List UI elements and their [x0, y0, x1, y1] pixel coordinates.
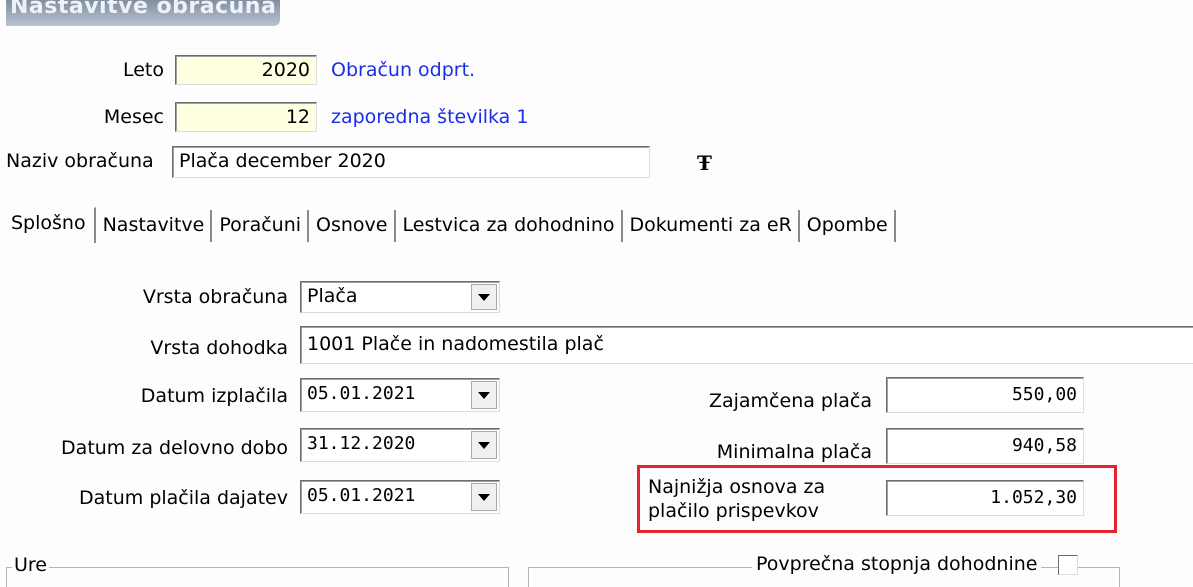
- lowest-base-label: Najnižja osnova za plačilo prispevkov: [648, 475, 876, 523]
- title-bar: Nastavitve obračuna: [0, 0, 1193, 34]
- tab-osnove[interactable]: Osnove: [309, 210, 396, 242]
- tax-payment-date-dropdown-button[interactable]: [471, 483, 497, 511]
- tax-payment-date-select[interactable]: 05.01.2021: [300, 480, 500, 514]
- income-type-label: Vrsta dohodka: [150, 337, 288, 359]
- lowest-base-label-line-2: plačilo prispevkov: [648, 500, 819, 522]
- year-status-text: Obračun odprt.: [331, 59, 476, 81]
- payment-date-select[interactable]: 05.01.2021: [300, 378, 500, 412]
- tab-nastavitve[interactable]: Nastavitve: [95, 210, 213, 242]
- tab-poracuni[interactable]: Poračuni: [212, 210, 310, 242]
- chevron-down-icon: [478, 441, 490, 449]
- lowest-contribution-base-input[interactable]: 1.052,30: [886, 480, 1084, 516]
- service-date-dropdown-button[interactable]: [471, 431, 497, 459]
- payment-date-value: 05.01.2021: [307, 383, 416, 404]
- hours-group-label: Ure: [12, 554, 49, 576]
- minimum-salary-input[interactable]: 940,58: [886, 428, 1084, 464]
- minimum-salary-label: Minimalna plača: [716, 441, 872, 463]
- calculation-name-input[interactable]: Plača december 2020: [172, 146, 650, 178]
- service-date-label: Datum za delovno dobo: [61, 437, 288, 459]
- chevron-down-icon: [478, 293, 490, 301]
- tab-opombe[interactable]: Opombe: [799, 210, 896, 242]
- tab-bar: Splošno Nastavitve Poračuni Osnove Lestv…: [6, 207, 896, 243]
- window-title: Nastavitve obračuna: [6, 0, 280, 26]
- tax-payment-date-value: 05.01.2021: [307, 485, 416, 506]
- calculation-name-label: Naziv obračuna: [6, 150, 154, 172]
- chevron-down-icon: [478, 391, 490, 399]
- year-label: Leto: [122, 59, 164, 81]
- avg-tax-rate-label: Povprečna stopnja dohodnine: [752, 552, 1042, 576]
- tab-dokumenti-za-er[interactable]: Dokumenti za eR: [622, 210, 800, 242]
- service-date-value: 31.12.2020: [307, 433, 416, 454]
- guaranteed-salary-input[interactable]: 550,00: [886, 377, 1084, 413]
- month-label: Mesec: [103, 106, 164, 128]
- hours-groupbox: [6, 567, 509, 587]
- tab-lestvica-za-dohodnino[interactable]: Lestvica za dohodnino: [395, 210, 623, 242]
- lowest-base-label-line-1: Najnižja osnova za: [648, 476, 826, 498]
- guaranteed-salary-label: Zajamčena plača: [708, 390, 872, 412]
- calculation-type-select[interactable]: Plača: [300, 281, 500, 313]
- income-type-input[interactable]: 1001 Plače in nadomestila plač: [300, 326, 1193, 364]
- payment-date-label: Datum izplačila: [140, 385, 288, 407]
- avg-tax-rate-checkbox[interactable]: [1058, 555, 1078, 575]
- tab-splosno[interactable]: Splošno: [6, 207, 96, 243]
- year-input[interactable]: 2020: [175, 55, 317, 85]
- text-format-icon[interactable]: Ŧ: [697, 151, 712, 175]
- calculation-type-dropdown-button[interactable]: [471, 284, 497, 310]
- chevron-down-icon: [478, 493, 490, 501]
- tax-payment-date-label: Datum plačila dajatev: [79, 487, 288, 509]
- calculation-type-value: Plača: [307, 285, 358, 307]
- payment-date-dropdown-button[interactable]: [471, 381, 497, 409]
- sequence-number-text: zaporedna številka 1: [331, 106, 529, 128]
- calculation-type-label: Vrsta obračuna: [142, 286, 288, 308]
- month-input[interactable]: 12: [175, 102, 317, 132]
- service-date-select[interactable]: 31.12.2020: [300, 428, 500, 462]
